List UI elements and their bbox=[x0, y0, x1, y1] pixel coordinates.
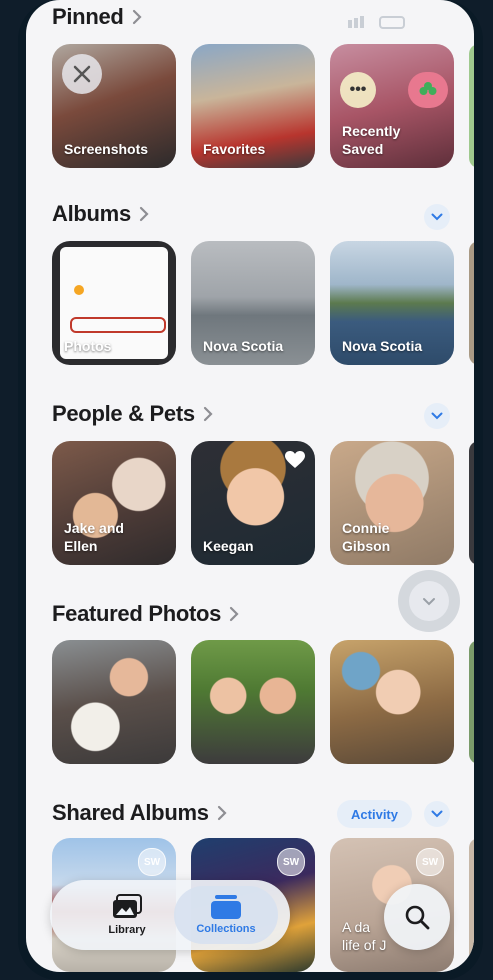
person-label: Keegan bbox=[203, 538, 254, 554]
sw-avatar-badge: SW bbox=[277, 848, 305, 876]
activity-button[interactable]: Activity bbox=[337, 800, 412, 828]
scroll-handle-button[interactable] bbox=[398, 570, 460, 632]
sw-avatar-badge: SW bbox=[416, 848, 444, 876]
person-label: Jake and Ellen bbox=[64, 520, 124, 554]
tab-bar: Library Collections bbox=[50, 880, 290, 950]
featured-title: Featured Photos bbox=[52, 601, 222, 626]
shared-header[interactable]: Shared Albums bbox=[52, 800, 227, 826]
heart-icon bbox=[285, 451, 305, 468]
pinned-title: Pinned bbox=[52, 4, 124, 29]
album-next-tile[interactable] bbox=[469, 241, 474, 365]
pinned-label: Recently Saved bbox=[342, 123, 401, 157]
pinned-screenshots-tile[interactable]: Screenshots bbox=[52, 44, 176, 168]
albums-row: Photos Nova Scotia Nova Scotia bbox=[52, 241, 474, 365]
tab-library[interactable]: Library bbox=[72, 880, 182, 950]
person-label: Connie Gibson bbox=[342, 520, 391, 554]
album-label: Nova Scotia bbox=[342, 338, 423, 354]
pinned-label: Screenshots bbox=[64, 141, 149, 157]
shamrock-icon bbox=[408, 72, 448, 108]
album-label: Photos bbox=[64, 338, 112, 354]
album-nova-scotia-2-tile[interactable]: Nova Scotia bbox=[330, 241, 454, 365]
featured-photo-1-tile[interactable] bbox=[52, 640, 176, 764]
album-photos-tile[interactable]: Photos bbox=[52, 241, 176, 365]
albums-collapse-button[interactable] bbox=[424, 204, 450, 230]
album-nova-scotia-1-tile[interactable]: Nova Scotia bbox=[191, 241, 315, 365]
chevron-down-icon bbox=[423, 597, 435, 605]
person-next-tile[interactable] bbox=[469, 441, 474, 565]
sw-avatar-badge: SW bbox=[138, 848, 166, 876]
people-row: Jake and Ellen Keegan Connie Gibson bbox=[52, 441, 474, 565]
chevron-right-icon bbox=[132, 9, 142, 25]
featured-row bbox=[52, 640, 474, 764]
person-connie-gibson-tile[interactable]: Connie Gibson bbox=[330, 441, 454, 565]
chevron-down-icon bbox=[431, 810, 443, 818]
featured-photo-2-tile[interactable] bbox=[191, 640, 315, 764]
pinned-label: Favorites bbox=[203, 141, 266, 157]
shared-title: Shared Albums bbox=[52, 800, 209, 825]
shared-next-tile[interactable] bbox=[469, 838, 474, 972]
albums-header[interactable]: Albums bbox=[52, 201, 149, 227]
shared-collapse-button[interactable] bbox=[424, 801, 450, 827]
featured-header[interactable]: Featured Photos bbox=[52, 601, 239, 627]
tab-library-label: Library bbox=[108, 924, 146, 936]
chevron-right-icon bbox=[203, 406, 213, 422]
chevron-down-icon bbox=[431, 213, 443, 221]
person-keegan-tile[interactable]: Keegan bbox=[191, 441, 315, 565]
photo-library-icon bbox=[113, 894, 142, 918]
screenshot-tools-icon bbox=[62, 54, 102, 94]
people-header[interactable]: People & Pets bbox=[52, 401, 213, 427]
people-collapse-button[interactable] bbox=[424, 403, 450, 429]
albums-title: Albums bbox=[52, 201, 131, 226]
chevron-right-icon bbox=[229, 606, 239, 622]
chevron-right-icon bbox=[217, 805, 227, 821]
chevron-down-icon bbox=[431, 412, 443, 420]
pinned-header[interactable]: Pinned bbox=[52, 4, 142, 30]
tab-collections[interactable]: Collections bbox=[174, 886, 278, 944]
search-icon bbox=[405, 905, 430, 930]
album-label: Nova Scotia bbox=[203, 338, 284, 354]
photos-app-screen: Pinned Screenshots Favorites ••• Recentl… bbox=[26, 0, 474, 972]
pinned-recently-saved-tile[interactable]: ••• Recently Saved bbox=[330, 44, 454, 168]
search-button[interactable] bbox=[384, 884, 450, 950]
pinned-next-tile[interactable] bbox=[469, 44, 474, 168]
pinned-favorites-tile[interactable]: Favorites bbox=[191, 44, 315, 168]
featured-next-tile[interactable] bbox=[469, 640, 474, 764]
pinned-row: Screenshots Favorites ••• Recently Saved bbox=[52, 44, 474, 168]
people-title: People & Pets bbox=[52, 401, 195, 426]
person-jake-and-ellen-tile[interactable]: Jake and Ellen bbox=[52, 441, 176, 565]
tab-collections-label: Collections bbox=[196, 923, 256, 935]
collections-icon bbox=[211, 895, 241, 919]
chevron-right-icon bbox=[139, 206, 149, 222]
more-icon: ••• bbox=[340, 72, 376, 108]
featured-photo-3-tile[interactable] bbox=[330, 640, 454, 764]
status-icons bbox=[348, 16, 405, 29]
